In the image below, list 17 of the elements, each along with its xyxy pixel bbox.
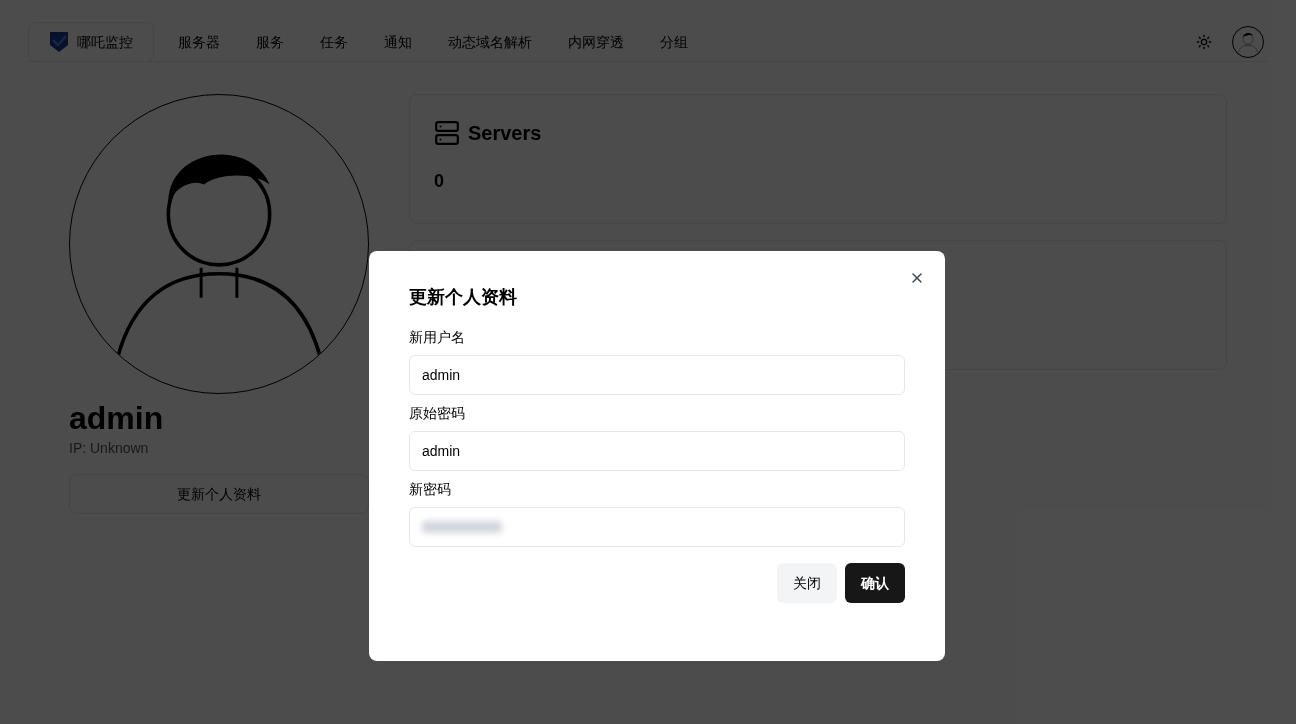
- input-field[interactable]: [409, 507, 905, 547]
- confirm-button[interactable]: 确认: [845, 563, 905, 603]
- brand-name: 哪吒监控: [77, 32, 133, 52]
- field-label: 新用户名: [409, 328, 466, 347]
- profile-name: admin: [69, 399, 165, 438]
- stat-title: Servers: [468, 121, 542, 146]
- nav-link[interactable]: 内网穿透: [568, 31, 624, 52]
- nav-link[interactable]: 服务器: [178, 31, 220, 52]
- input-field[interactable]: admin: [409, 431, 905, 471]
- nav-link[interactable]: 动态域名解析: [448, 31, 532, 52]
- stat-value: 0: [434, 170, 445, 193]
- input-field[interactable]: admin: [409, 355, 905, 395]
- field-label: 新密码: [409, 480, 452, 499]
- field-label: 原始密码: [409, 404, 466, 423]
- nav-link[interactable]: 通知: [384, 31, 412, 52]
- cancel-button[interactable]: 关闭: [777, 563, 837, 603]
- dialog-title: 更新个人资料: [409, 286, 518, 309]
